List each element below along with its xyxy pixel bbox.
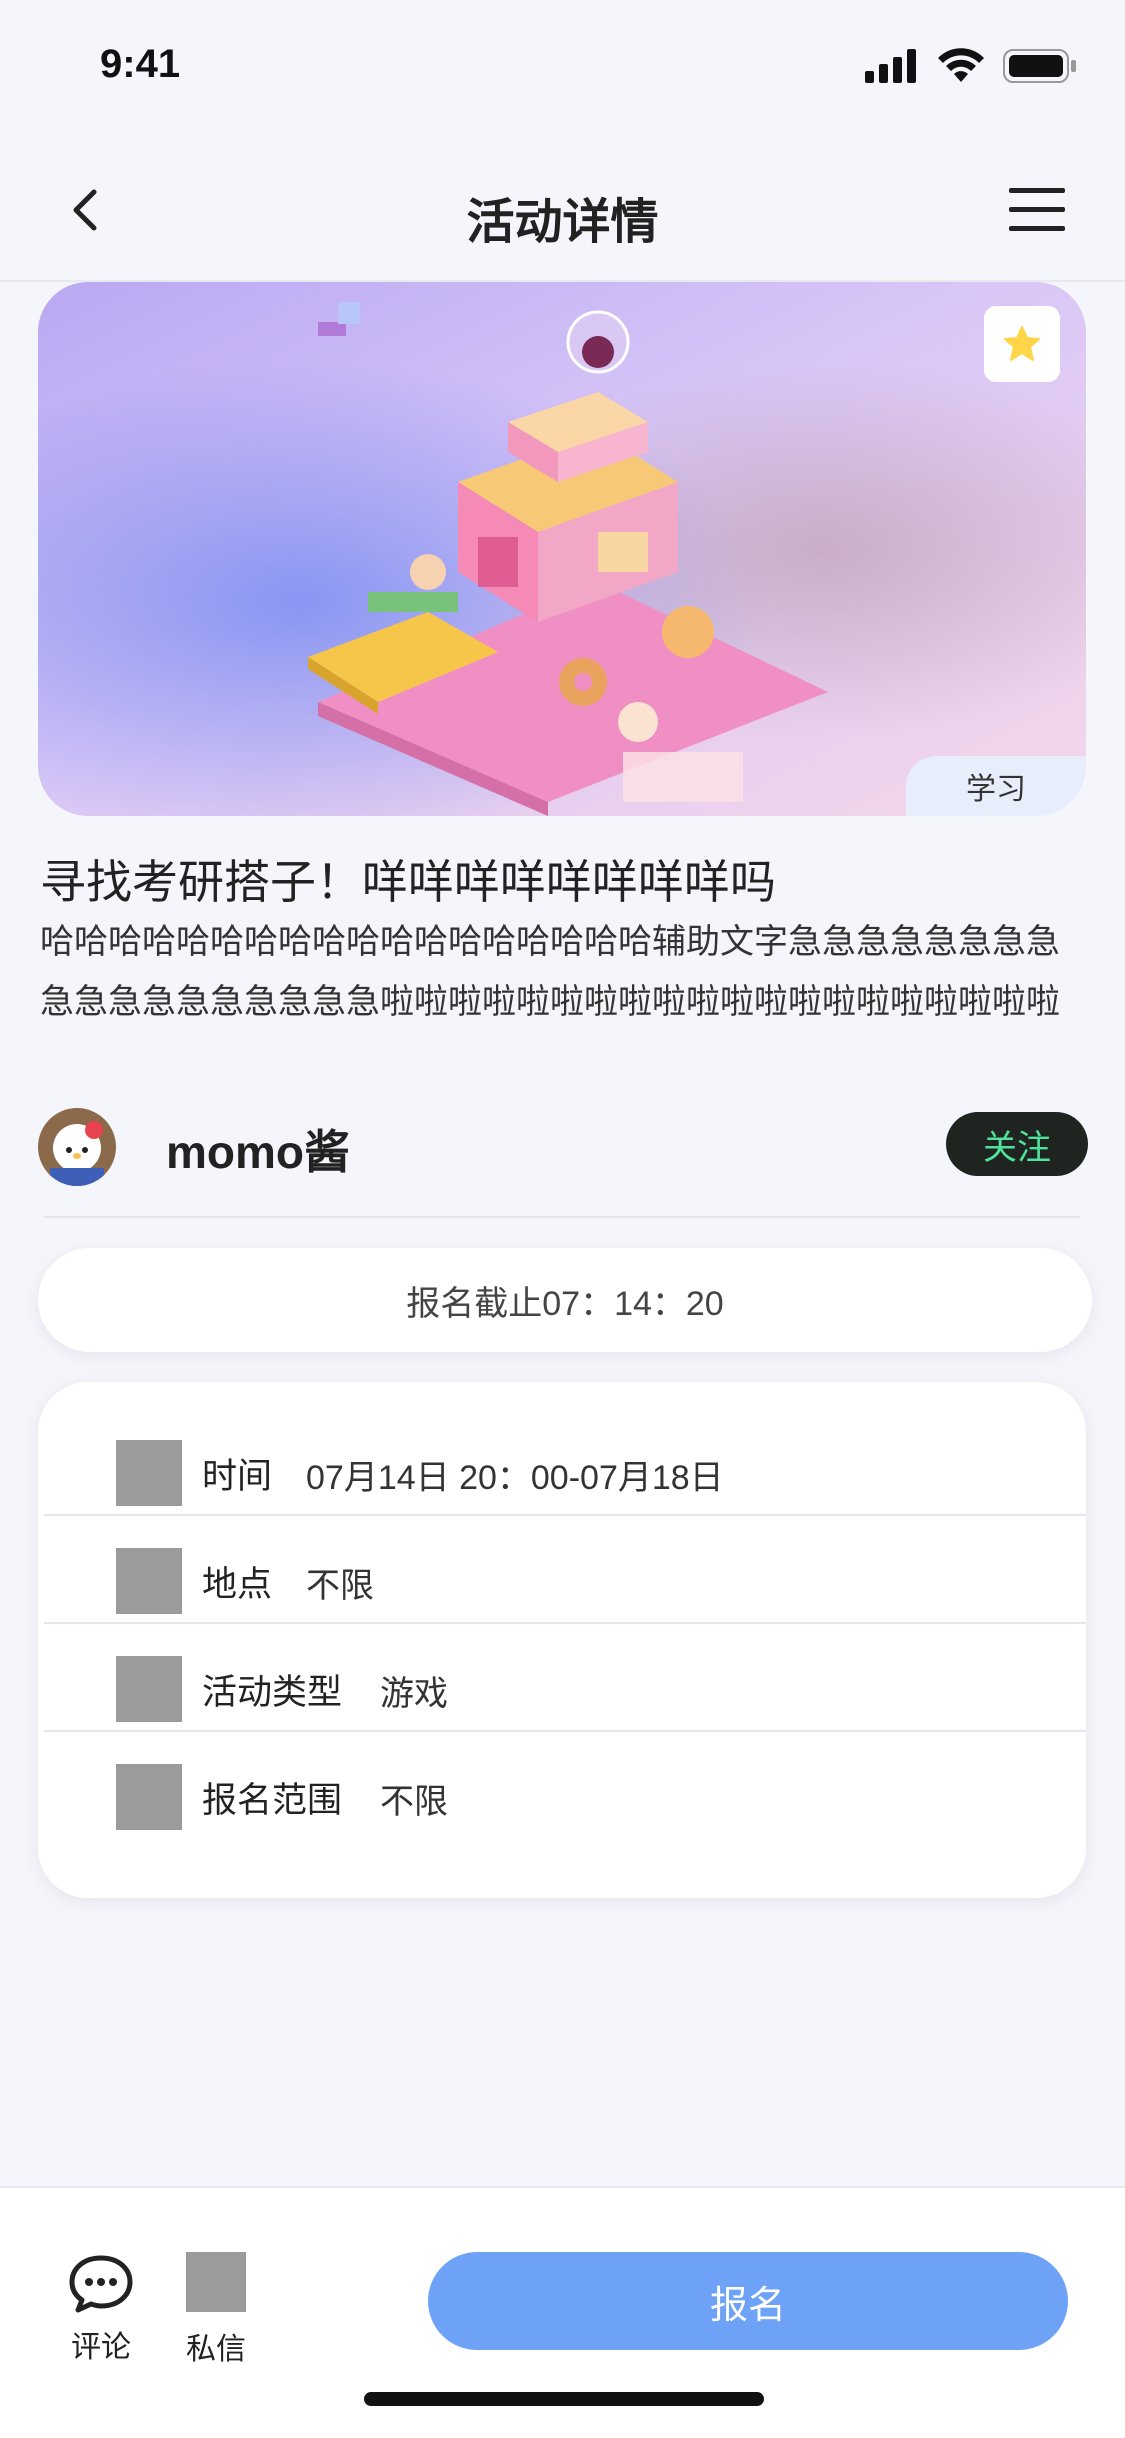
info-value: 不限 <box>306 1567 374 1605</box>
cellular-signal-icon <box>865 49 916 83</box>
info-label: 时间 <box>202 1457 273 1496</box>
status-time: 9:41 <box>100 42 181 86</box>
signup-button[interactable]: 报名 <box>428 2252 1068 2350</box>
avatar-image <box>38 1108 116 1186</box>
time-icon <box>116 1440 182 1506</box>
battery-icon <box>1003 49 1076 83</box>
divider <box>44 1216 1080 1218</box>
info-label: 地点 <box>202 1565 273 1604</box>
info-row-location: 地点 不限 <box>44 1516 1086 1624</box>
activity-type-icon <box>116 1656 182 1722</box>
deadline-text: 报名截止07：14：20 <box>406 1284 724 1323</box>
info-value: 不限 <box>380 1783 448 1821</box>
activity-title: 寻找考研搭子！咩咩咩咩咩咩咩咩吗 <box>40 856 776 908</box>
info-label: 活动类型 <box>202 1673 343 1712</box>
private-message-label: 私信 <box>186 2333 246 2366</box>
organizer-row: momo酱 关注 <box>38 1106 1088 1186</box>
private-message-button[interactable]: 私信 <box>184 2252 248 2366</box>
page-title: 活动详情 <box>466 196 659 249</box>
info-label: 报名范围 <box>202 1781 343 1820</box>
status-bar: 9:41 <box>0 0 1125 140</box>
avatar[interactable] <box>38 1108 116 1186</box>
comment-icon <box>69 2255 133 2313</box>
activity-description: 哈哈哈哈哈哈哈哈哈哈哈哈哈哈哈哈哈哈辅助文字急急急急急急急急急急急急急急急急急急… <box>40 923 1060 1021</box>
info-value: 07月14日 20：00-07月18日 <box>306 1459 724 1497</box>
signup-scope-icon <box>116 1764 182 1830</box>
message-icon <box>186 2252 246 2312</box>
signup-deadline: 报名截止07：14：20 <box>38 1248 1092 1352</box>
info-row-time: 时间 07月14日 20：00-07月18日 <box>44 1408 1086 1516</box>
nav-bar: 活动详情 <box>0 140 1125 282</box>
favorite-button[interactable] <box>984 306 1060 382</box>
star-icon <box>1004 326 1040 361</box>
wifi-icon <box>938 48 984 82</box>
category-tag: 学习 <box>906 756 1086 816</box>
hamburger-menu-icon <box>1009 188 1065 231</box>
comment-label: 评论 <box>71 2331 131 2364</box>
hero-image[interactable]: 学习 <box>38 282 1086 816</box>
hero-illustration <box>38 282 1086 816</box>
comment-button[interactable]: 评论 <box>66 2252 136 2364</box>
location-icon <box>116 1548 182 1614</box>
info-row-scope: 报名范围 不限 <box>44 1732 1086 1838</box>
home-indicator <box>364 2392 764 2406</box>
activity-info-card: 时间 07月14日 20：00-07月18日 地点 不限 活动类型 游戏 报名范… <box>38 1382 1086 1898</box>
organizer-name[interactable]: momo酱 <box>166 1116 350 1182</box>
menu-button[interactable] <box>1005 182 1069 238</box>
info-value: 游戏 <box>380 1675 448 1713</box>
status-icons <box>865 48 1077 84</box>
info-row-type: 活动类型 游戏 <box>44 1624 1086 1732</box>
follow-button[interactable]: 关注 <box>946 1112 1088 1176</box>
